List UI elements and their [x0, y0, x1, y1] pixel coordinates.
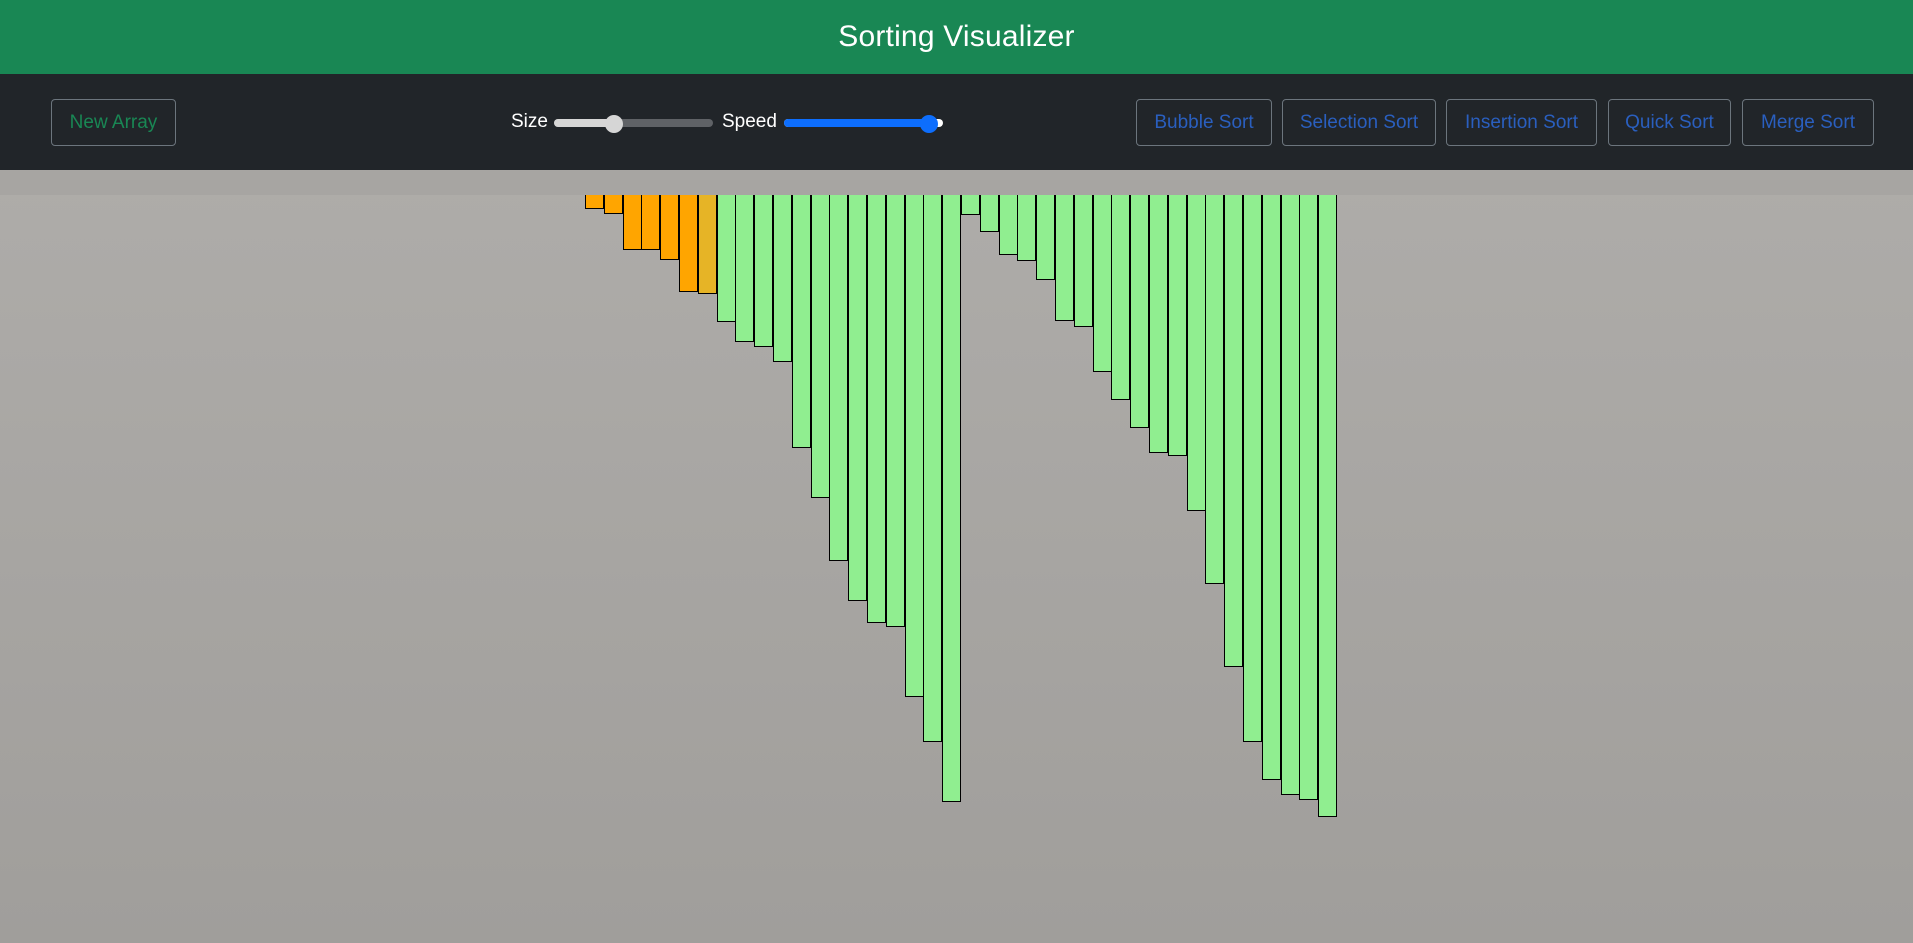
- bubble-sort-button[interactable]: Bubble Sort: [1136, 99, 1272, 146]
- speed-label: Speed: [722, 111, 777, 132]
- array-bar: [848, 195, 868, 601]
- array-bar: [1186, 195, 1206, 511]
- array-bar: [1280, 195, 1300, 795]
- array-bar: [867, 195, 886, 623]
- array-bar: [904, 195, 924, 697]
- array-bars: [0, 170, 1913, 943]
- array-bar: [942, 195, 962, 802]
- array-bar: [660, 195, 680, 260]
- array-bar: [1205, 195, 1225, 584]
- size-slider-thumb[interactable]: [605, 115, 624, 133]
- array-bar: [1055, 195, 1074, 321]
- array-bar: [810, 195, 830, 498]
- array-bar: [885, 195, 905, 627]
- array-bar: [961, 195, 980, 215]
- array-bar: [1017, 195, 1037, 261]
- array-bar: [585, 195, 604, 209]
- array-bar: [791, 195, 811, 448]
- quick-sort-button[interactable]: Quick Sort: [1608, 99, 1731, 146]
- app-header: Sorting Visualizer: [0, 0, 1913, 74]
- array-bar: [1167, 195, 1187, 456]
- speed-slider-thumb[interactable]: [919, 115, 938, 133]
- insertion-sort-button[interactable]: Insertion Sort: [1446, 99, 1597, 146]
- array-bar: [716, 195, 736, 322]
- array-bar: [622, 195, 642, 250]
- array-bar: [1073, 195, 1093, 327]
- array-bar: [998, 195, 1018, 255]
- selection-sort-button[interactable]: Selection Sort: [1282, 99, 1436, 146]
- array-bar: [735, 195, 755, 342]
- array-bar: [603, 195, 623, 214]
- array-bar: [641, 195, 661, 250]
- array-stage: [0, 170, 1913, 943]
- array-bar: [1318, 195, 1338, 817]
- speed-slider-fill: [784, 119, 929, 127]
- size-label: Size: [511, 111, 548, 132]
- array-bar: [1092, 195, 1112, 372]
- array-bar: [679, 195, 698, 292]
- array-bar: [773, 195, 792, 362]
- array-bar: [697, 195, 717, 294]
- array-bar: [754, 195, 774, 347]
- control-toolbar: New Array Size Speed Bubble Sort Selecti…: [0, 74, 1913, 170]
- array-bar: [829, 195, 849, 561]
- array-bar: [1224, 195, 1244, 667]
- array-bar: [1149, 195, 1168, 453]
- array-bar: [979, 195, 999, 232]
- array-bar: [1261, 195, 1281, 780]
- array-bar: [923, 195, 943, 742]
- array-bar: [1111, 195, 1131, 400]
- array-bar: [1243, 195, 1262, 742]
- merge-sort-button[interactable]: Merge Sort: [1742, 99, 1874, 146]
- size-slider[interactable]: [554, 119, 713, 127]
- page-title: Sorting Visualizer: [838, 20, 1075, 53]
- array-bar: [1299, 195, 1319, 800]
- new-array-button[interactable]: New Array: [51, 99, 176, 146]
- array-bar: [1130, 195, 1150, 428]
- array-bar: [1036, 195, 1056, 280]
